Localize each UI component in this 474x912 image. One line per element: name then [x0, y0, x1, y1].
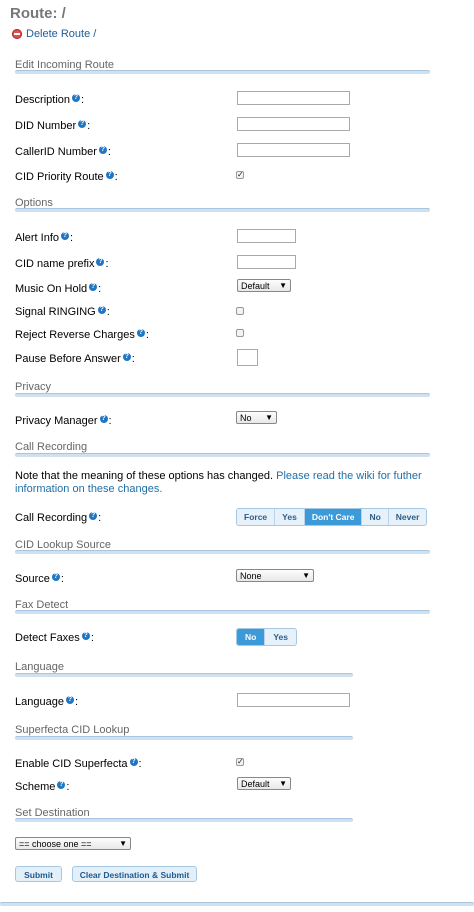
alert-info-input[interactable]: [237, 229, 296, 243]
enable-superfecta-checkbox[interactable]: ✓: [236, 758, 244, 766]
help-icon[interactable]: ?: [89, 512, 98, 520]
help-icon[interactable]: ?: [105, 171, 114, 179]
fax-option-no[interactable]: No: [237, 629, 266, 645]
section-divider: [15, 673, 353, 677]
help-icon[interactable]: ?: [96, 258, 105, 266]
destination-select[interactable]: == choose one == ▼: [15, 837, 131, 850]
dropdown-arrow-icon: ▼: [302, 571, 310, 580]
help-icon[interactable]: ?: [89, 283, 98, 291]
section-language: Language: [15, 661, 64, 673]
delete-route-link[interactable]: Delete Route /: [12, 28, 96, 40]
scheme-label: Scheme?:: [15, 781, 70, 793]
detect-faxes-label: Detect Faxes?:: [15, 632, 94, 644]
section-privacy: Privacy: [15, 381, 52, 393]
call-recording-toggle[interactable]: Force Yes Don't Care No Never: [236, 508, 428, 526]
help-icon[interactable]: ?: [81, 632, 90, 640]
signal-ringing-label: Signal RINGING?:: [15, 306, 110, 318]
fax-option-yes[interactable]: Yes: [265, 629, 296, 645]
recording-note: Note that the meaning of these options h…: [15, 470, 435, 496]
help-icon[interactable]: ?: [51, 573, 60, 581]
language-input[interactable]: [237, 693, 350, 707]
help-icon[interactable]: ?: [61, 232, 70, 240]
recording-option-no[interactable]: No: [362, 509, 389, 525]
dropdown-arrow-icon: ▼: [265, 413, 273, 422]
privacy-manager-label: Privacy Manager?:: [15, 415, 112, 427]
enable-superfecta-label: Enable CID Superfecta?:: [15, 758, 142, 770]
help-icon[interactable]: ?: [57, 781, 66, 789]
recording-note-text: Note that the meaning of these options h…: [15, 470, 274, 482]
pause-before-answer-label: Pause Before Answer?:: [15, 353, 135, 365]
music-on-hold-select[interactable]: Default ▼: [237, 279, 291, 292]
recording-option-force[interactable]: Force: [237, 509, 276, 525]
pause-before-answer-input[interactable]: [237, 349, 258, 366]
recording-option-never[interactable]: Never: [389, 509, 427, 525]
delete-icon: [12, 29, 22, 39]
help-icon[interactable]: ?: [97, 306, 106, 314]
reject-reverse-checkbox[interactable]: [236, 329, 244, 337]
dropdown-arrow-icon: ▼: [119, 839, 127, 848]
reject-reverse-label: Reject Reverse Charges?:: [15, 329, 149, 341]
dropdown-arrow-icon: ▼: [279, 281, 287, 290]
privacy-manager-select[interactable]: No ▼: [236, 411, 277, 424]
footer-divider: [0, 902, 474, 906]
section-superfecta: Superfecta CID Lookup: [15, 724, 130, 736]
did-number-label: DID Number?:: [15, 120, 91, 132]
recording-option-yes[interactable]: Yes: [275, 509, 305, 525]
did-number-input[interactable]: [237, 117, 350, 131]
callerid-number-input[interactable]: [237, 143, 350, 157]
help-icon[interactable]: ?: [65, 696, 74, 704]
call-recording-label: Call Recording?:: [15, 512, 102, 524]
scheme-select[interactable]: Default ▼: [237, 777, 291, 790]
submit-button[interactable]: Submit: [15, 866, 62, 882]
source-select[interactable]: None ▼: [236, 569, 314, 582]
delete-route-label[interactable]: Delete Route /: [26, 28, 96, 40]
cid-name-prefix-label: CID name prefix?:: [15, 258, 109, 270]
section-divider: [15, 736, 353, 740]
section-divider: [15, 818, 353, 822]
section-call-recording: Call Recording: [15, 441, 88, 453]
signal-ringing-checkbox[interactable]: [236, 307, 244, 315]
cid-name-prefix-input[interactable]: [237, 255, 296, 269]
music-on-hold-label: Music On Hold?:: [15, 283, 102, 295]
dropdown-arrow-icon: ▼: [279, 779, 287, 788]
section-divider: [15, 610, 430, 614]
help-icon[interactable]: ?: [72, 94, 81, 102]
help-icon[interactable]: ?: [136, 329, 145, 337]
alert-info-label: Alert Info?:: [15, 232, 74, 244]
help-icon[interactable]: ?: [78, 120, 87, 128]
source-label: Source?:: [15, 573, 64, 585]
help-icon[interactable]: ?: [122, 353, 131, 361]
section-divider: [15, 550, 430, 554]
help-icon[interactable]: ?: [129, 758, 138, 766]
page-title: Route: /: [10, 5, 66, 22]
description-input[interactable]: [237, 91, 350, 105]
cid-priority-label: CID Priority Route?:: [15, 171, 118, 183]
section-divider: [15, 393, 430, 397]
section-divider: [15, 70, 430, 74]
description-label: Description?:: [15, 94, 85, 106]
help-icon[interactable]: ?: [98, 146, 107, 154]
section-divider: [15, 453, 430, 457]
help-icon[interactable]: ?: [99, 415, 108, 423]
language-label: Language?:: [15, 696, 79, 708]
clear-destination-submit-button[interactable]: Clear Destination & Submit: [72, 866, 197, 882]
recording-option-dont-care[interactable]: Don't Care: [304, 509, 363, 525]
cid-priority-checkbox[interactable]: ✓: [236, 171, 244, 179]
section-divider: [15, 208, 430, 212]
detect-faxes-toggle[interactable]: No Yes: [236, 628, 297, 646]
callerid-number-label: CallerID Number?:: [15, 146, 111, 158]
